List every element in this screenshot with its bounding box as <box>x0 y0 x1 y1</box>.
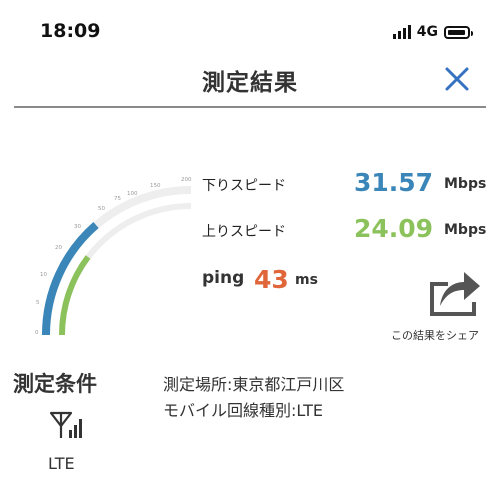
close-icon <box>445 67 469 91</box>
status-indicators: 4G <box>392 22 473 42</box>
share-label[interactable]: この結果をシェア <box>380 327 490 343</box>
cellular-signal-icon <box>392 25 411 39</box>
download-label: 下りスピード <box>202 178 286 194</box>
conditions-title: 測定条件 <box>13 372 97 396</box>
gauge-tick-label: 75 <box>114 196 121 202</box>
network-type-label: LTE <box>48 454 75 473</box>
gauge-tick-label: 150 <box>150 183 161 189</box>
antenna-signal-icon <box>49 411 82 438</box>
gauge-tick-label: 5 <box>36 300 40 306</box>
ping-label: ping <box>202 268 245 288</box>
speed-gauge: 0 5 10 20 30 50 75 100 150 200 <box>35 177 192 336</box>
gauge-tick-label: 0 <box>35 330 39 336</box>
network-type: 4G <box>416 24 438 40</box>
ping-value: 43 <box>254 265 289 294</box>
close-button[interactable] <box>442 64 472 94</box>
battery-icon <box>444 25 473 39</box>
page-title: 測定結果 <box>202 70 298 96</box>
download-unit: Mbps <box>444 176 487 192</box>
download-value: 31.57 <box>354 168 434 197</box>
gauge-tick-label: 30 <box>74 224 81 230</box>
upload-value: 24.09 <box>354 214 434 243</box>
mobile-line-type: モバイル回線種別:LTE <box>163 401 323 420</box>
gauge-tick-label: 200 <box>181 177 192 183</box>
share-icon <box>430 272 480 316</box>
gauge-tick-label: 10 <box>40 272 47 278</box>
gauge-tick-label: 100 <box>127 191 138 197</box>
upload-unit: Mbps <box>444 222 487 238</box>
gauge-tick-label: 50 <box>98 206 105 212</box>
gauge-tick-label: 20 <box>55 245 62 251</box>
upload-label: 上りスピード <box>202 224 286 240</box>
share-button[interactable] <box>426 262 484 320</box>
status-time: 18:09 <box>40 20 101 42</box>
ping-unit: ms <box>295 272 318 288</box>
header-divider <box>14 106 486 108</box>
measurement-location: 測定場所:東京都江戸川区 <box>163 375 345 394</box>
